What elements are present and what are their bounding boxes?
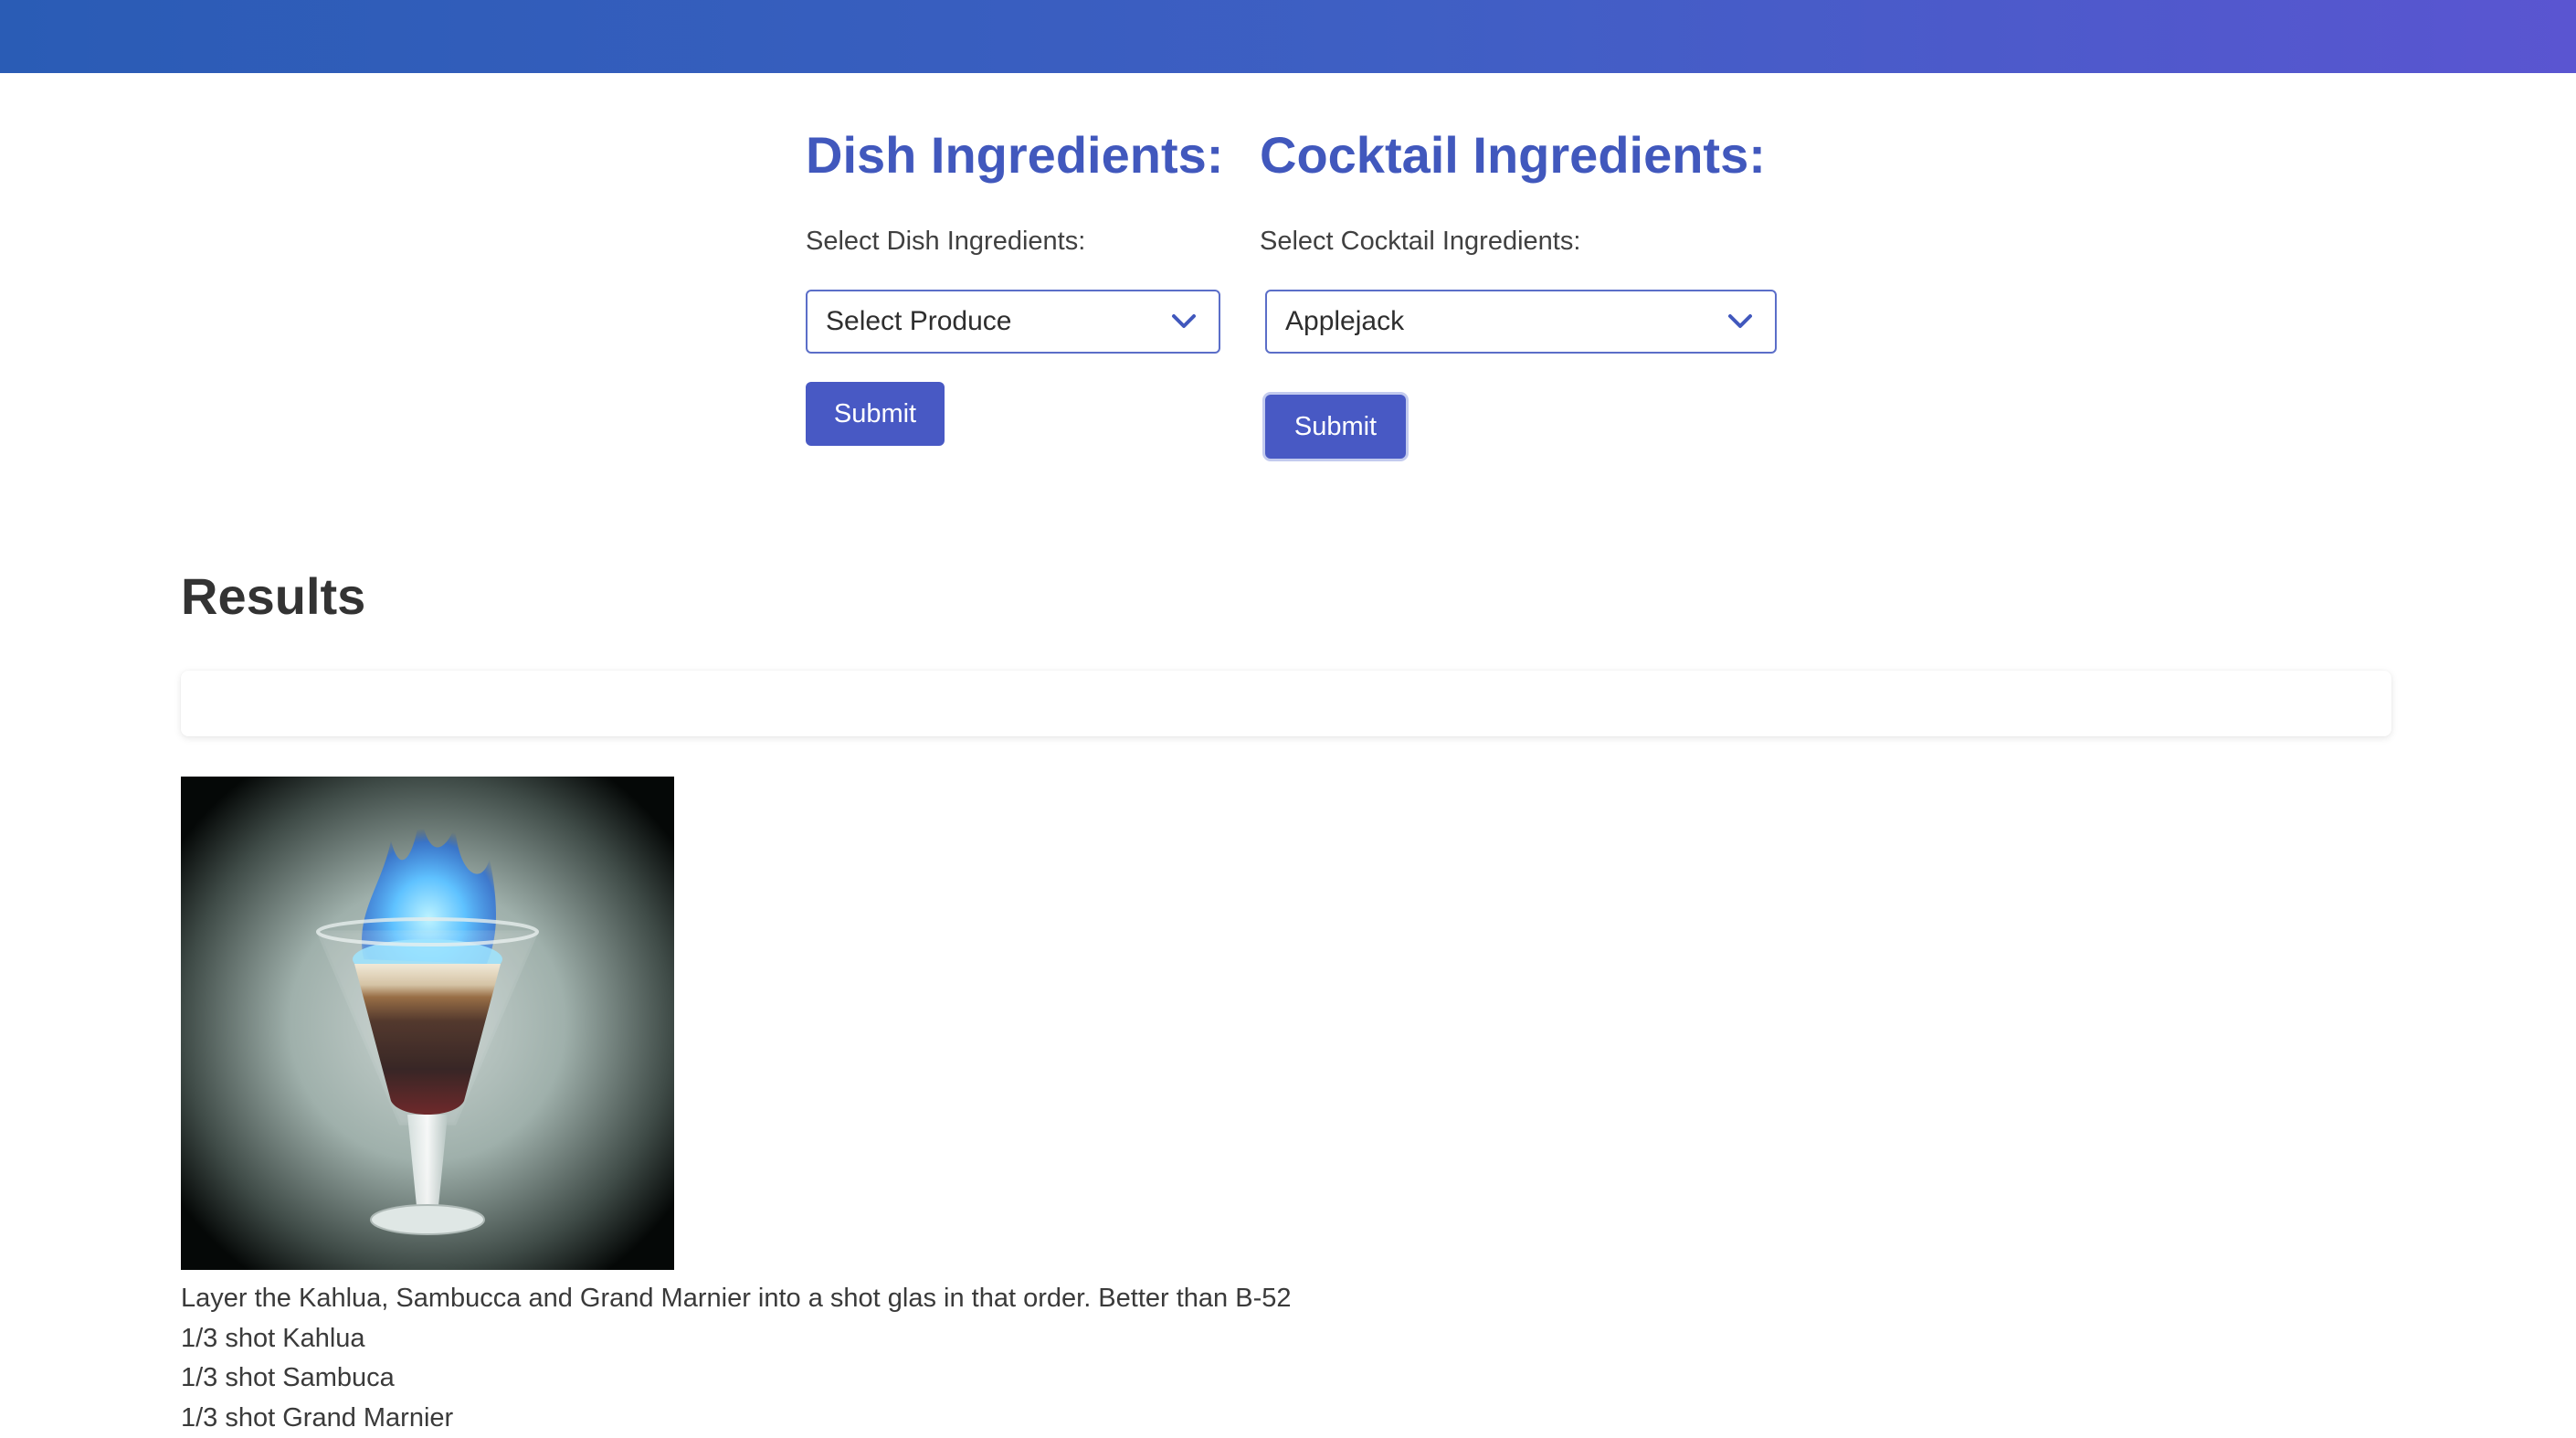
dish-ingredients-section: Dish Ingredients: Select Dish Ingredient… xyxy=(806,119,1226,192)
cocktail-ingredients-heading: Cocktail Ingredients: xyxy=(1260,119,1808,192)
dish-submit-button[interactable]: Submit xyxy=(806,382,945,446)
cocktail-select-label: Select Cocktail Ingredients: xyxy=(1260,227,1580,257)
flaming-shot-illustration xyxy=(181,777,674,1270)
cocktail-ingredients-section: Cocktail Ingredients: Select Cocktail In… xyxy=(1260,119,1808,192)
dish-select-label: Select Dish Ingredients: xyxy=(806,227,1085,257)
recipe-ingredient: 1/3 shot Sambuca xyxy=(181,1359,1292,1399)
dish-ingredients-heading: Dish Ingredients: xyxy=(806,119,1226,192)
recipe-description: Layer the Kahlua, Sambucca and Grand Mar… xyxy=(181,1279,1292,1319)
cocktail-ingredient-select[interactable]: Applejack xyxy=(1265,290,1777,354)
chevron-down-icon xyxy=(1171,313,1197,330)
recipe-ingredient: 1/3 shot Kahlua xyxy=(181,1319,1292,1359)
chevron-down-icon xyxy=(1727,313,1753,330)
cocktail-image xyxy=(181,777,674,1270)
recipe-text: Layer the Kahlua, Sambucca and Grand Mar… xyxy=(181,1279,1292,1438)
cocktail-submit-button[interactable]: Submit xyxy=(1265,395,1406,459)
top-header-bar xyxy=(0,0,2576,73)
recipe-ingredient: 1/3 shot Grand Marnier xyxy=(181,1399,1292,1438)
results-title: Results xyxy=(181,566,365,626)
cocktail-select-value: Applejack xyxy=(1285,306,1404,337)
results-panel xyxy=(181,671,2391,736)
dish-produce-select[interactable]: Select Produce xyxy=(806,290,1220,354)
dish-select-value: Select Produce xyxy=(826,306,1011,337)
